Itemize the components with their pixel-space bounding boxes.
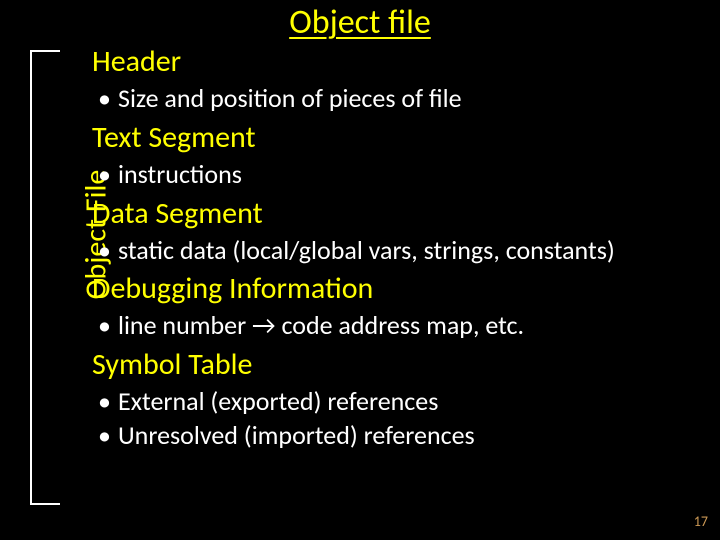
section-heading-data-segment: Data Segment (92, 196, 702, 232)
section-heading-header: Header (92, 44, 702, 80)
slide-title: Object file (0, 2, 720, 43)
bullet-item: static data (local/global vars, strings,… (92, 234, 702, 268)
bullet-item: instructions (92, 158, 702, 192)
section-heading-debugging: Debugging Information (92, 271, 702, 307)
bracket: Object File (30, 50, 60, 505)
content-area: Header Size and position of pieces of fi… (92, 44, 702, 457)
section-heading-text-segment: Text Segment (92, 120, 702, 156)
page-number: 17 (694, 513, 708, 530)
bullet-list: instructions (92, 158, 702, 192)
slide: Object file Object File Header Size and … (0, 0, 720, 540)
bullet-item: External (exported) references (92, 385, 702, 419)
bullet-item: line number → code address map, etc. (92, 309, 702, 343)
bullet-list: line number → code address map, etc. (92, 309, 702, 343)
bullet-list: External (exported) references Unresolve… (92, 385, 702, 453)
bullet-list: static data (local/global vars, strings,… (92, 234, 702, 268)
bullet-item: Unresolved (imported) references (92, 419, 702, 453)
bullet-list: Size and position of pieces of file (92, 82, 702, 116)
bullet-item: Size and position of pieces of file (92, 82, 702, 116)
section-heading-symbol-table: Symbol Table (92, 347, 702, 383)
